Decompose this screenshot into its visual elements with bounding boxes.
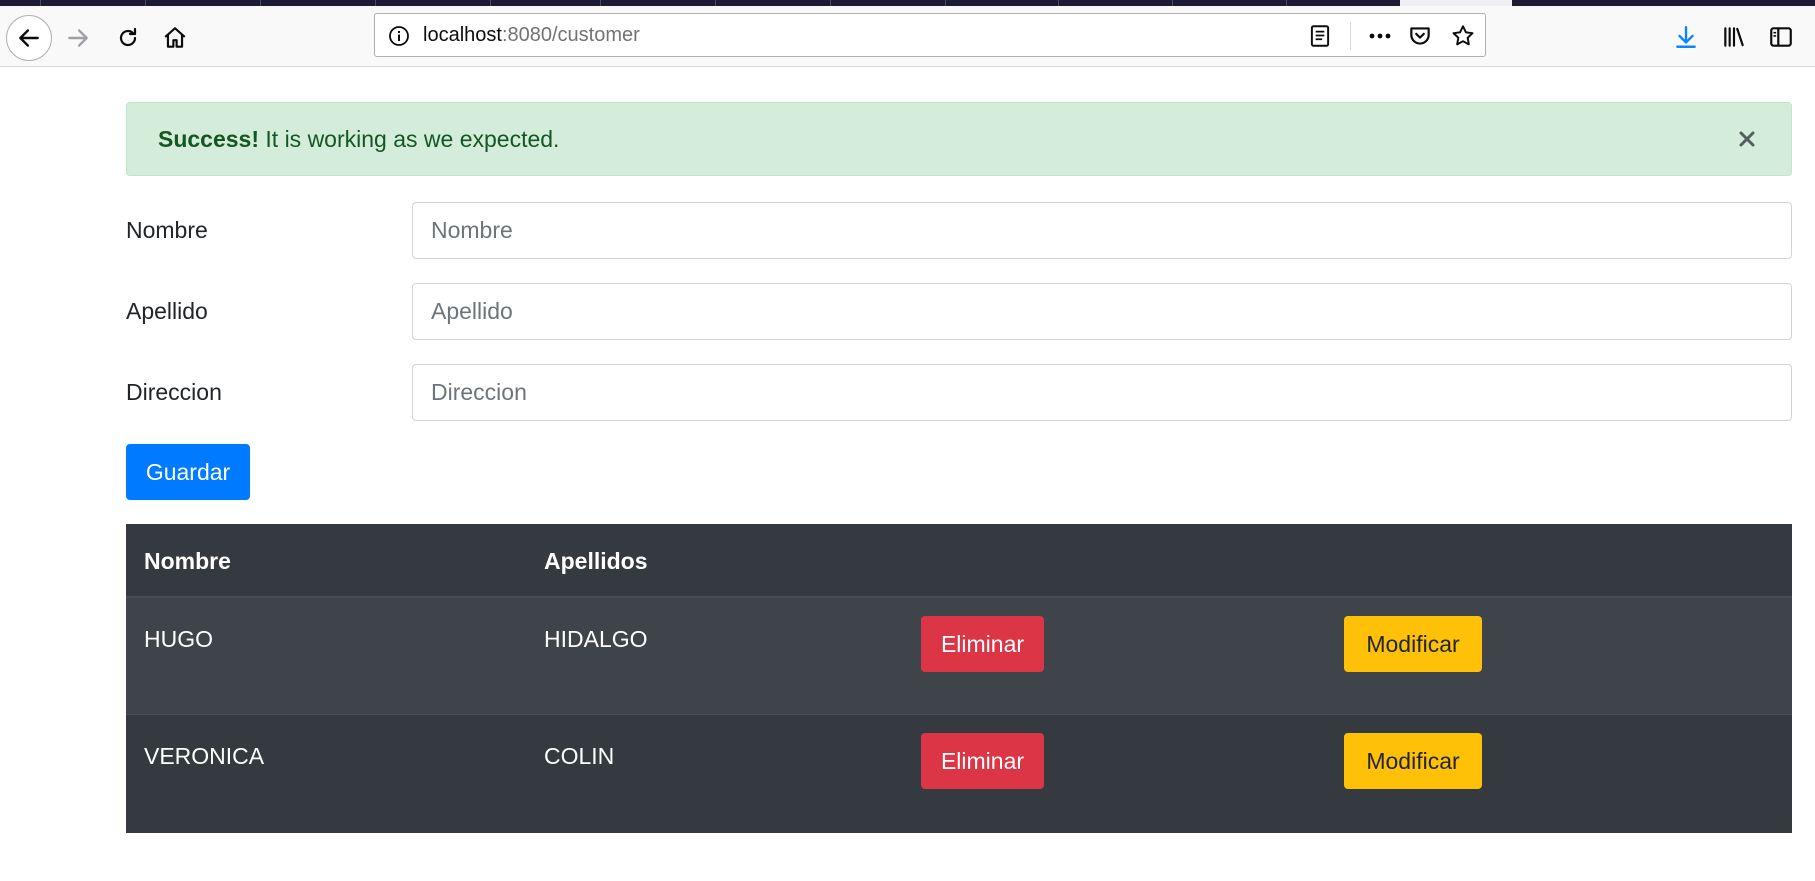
header-nombre: Nombre	[144, 548, 231, 574]
cell-apellidos: COLIN	[544, 743, 615, 769]
bookmark-star-icon[interactable]	[1450, 23, 1476, 49]
arrow-right-icon	[68, 29, 88, 47]
home-icon	[164, 27, 186, 48]
info-icon[interactable]	[387, 24, 411, 48]
table-header: Nombre Apellidos	[126, 524, 1792, 598]
page-actions-icon[interactable]	[1365, 23, 1395, 49]
url-host: localhost	[423, 24, 502, 46]
browser-toolbar: localhost:8080/customer	[0, 6, 1815, 67]
edit-button[interactable]: Modificar	[1344, 616, 1482, 672]
forward-button[interactable]	[60, 20, 96, 56]
nombre-label: Nombre	[126, 217, 208, 243]
home-button[interactable]	[157, 20, 193, 56]
url-path: :8080/customer	[501, 24, 640, 46]
close-icon	[1739, 131, 1755, 147]
save-button[interactable]: Guardar	[126, 444, 250, 500]
customer-table: Nombre Apellidos HUGO HIDALGO Eliminar M…	[126, 524, 1792, 833]
apellido-input[interactable]	[412, 283, 1792, 340]
edit-button[interactable]: Modificar	[1344, 733, 1482, 789]
cell-nombre: HUGO	[144, 626, 213, 652]
header-apellidos: Apellidos	[544, 548, 648, 574]
delete-button[interactable]: Eliminar	[921, 733, 1044, 789]
table-row: VERONICA COLIN Eliminar Modificar	[126, 715, 1792, 833]
alert-text: Success! It is working as we expected.	[158, 103, 559, 175]
alert-strong: Success!	[158, 126, 260, 152]
cell-apellidos: HIDALGO	[544, 626, 648, 652]
reader-view-icon[interactable]	[1307, 23, 1333, 49]
reload-button[interactable]	[110, 20, 146, 56]
apellido-label: Apellido	[126, 298, 208, 324]
sidebar-button[interactable]	[1764, 20, 1798, 54]
pocket-icon[interactable]	[1407, 23, 1433, 49]
back-button[interactable]	[6, 15, 52, 61]
table-row: HUGO HIDALGO Eliminar Modificar	[126, 598, 1792, 715]
direccion-input[interactable]	[412, 364, 1792, 421]
alert-message: It is working as we expected.	[265, 126, 560, 152]
downloads-button[interactable]	[1669, 20, 1703, 54]
library-button[interactable]	[1717, 20, 1751, 54]
url-bar[interactable]: localhost:8080/customer	[374, 13, 1486, 57]
delete-button[interactable]: Eliminar	[921, 616, 1044, 672]
reload-icon	[119, 27, 137, 47]
url-text[interactable]: localhost:8080/customer	[423, 14, 640, 56]
nombre-input[interactable]	[412, 202, 1792, 259]
arrow-left-icon	[19, 29, 39, 47]
sidebar-icon	[1770, 27, 1792, 47]
url-divider	[1350, 22, 1351, 50]
library-icon	[1724, 27, 1744, 47]
alert-close-button[interactable]	[1731, 123, 1763, 155]
success-alert: Success! It is working as we expected.	[126, 102, 1792, 176]
direccion-label: Direccion	[126, 379, 222, 405]
download-icon	[1676, 26, 1696, 48]
cell-nombre: VERONICA	[144, 743, 265, 769]
